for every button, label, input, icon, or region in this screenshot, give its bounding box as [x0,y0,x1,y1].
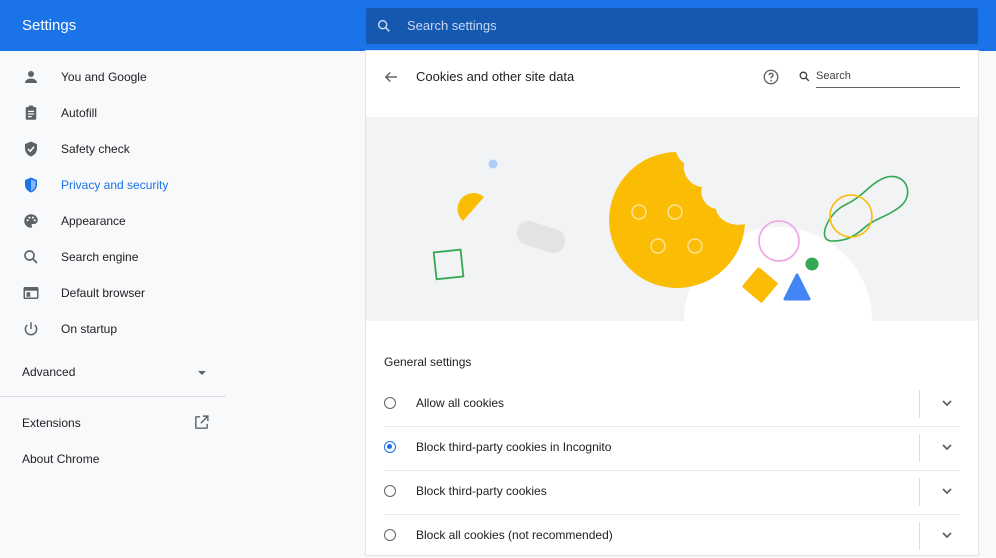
search-icon [799,71,810,82]
settings-search-box[interactable]: Search settings [366,8,978,44]
search-input[interactable]: Search settings [407,18,497,33]
app-title: Settings [22,17,77,34]
caret-down-icon[interactable] [196,367,208,379]
cookie-illustration-image [432,152,909,321]
shield-icon [25,177,37,193]
option-label: Block all cookies (not recommended) [416,528,613,542]
option-label: Block third-party cookies [416,484,547,498]
option-block-third-party[interactable]: Block third-party cookies [384,470,960,514]
browser-icon [23,287,39,299]
green-dot-shape [805,257,819,271]
chevron-down-icon[interactable] [940,440,954,454]
search-icon [377,19,390,32]
sidebar-item-label: Autofill [61,106,98,120]
chevron-down-icon[interactable] [940,396,954,410]
gray-pill-shape [516,220,566,254]
cookies-illustration [366,117,978,321]
sidebar-item-privacy-and-security[interactable]: Privacy and security [0,167,226,203]
radio-button-checked[interactable] [384,441,396,453]
cookie-shape [609,152,745,288]
blue-dot-shape [488,159,498,169]
chevron-down-icon[interactable] [940,528,954,542]
page-search-input[interactable]: Search [816,70,851,82]
yellow-half-circle-shape [457,193,484,221]
clipboard-icon [25,105,37,120]
power-icon [24,322,38,336]
radio-button[interactable] [384,397,396,409]
back-arrow-icon[interactable] [382,68,400,86]
green-square-shape [432,248,465,281]
sidebar-item-label: On startup [61,322,118,336]
chevron-down-icon[interactable] [940,484,954,498]
sidebar-item-safety-check[interactable]: Safety check [0,131,226,167]
option-block-all-cookies[interactable]: Block all cookies (not recommended) [384,514,960,558]
option-separator [919,434,920,462]
shield-check-icon [25,141,37,157]
sidebar-item-label: Privacy and security [61,178,169,192]
option-allow-all-cookies[interactable]: Allow all cookies [384,382,960,426]
palette-icon [24,214,38,228]
page-title: Cookies and other site data [416,69,575,84]
open-in-new-icon[interactable] [193,414,210,431]
section-title: General settings [384,355,472,369]
sidebar-item-label: Safety check [61,142,130,156]
search-underline [816,87,960,88]
option-label: Block third-party cookies in Incognito [416,440,612,454]
sidebar-item-search-engine[interactable]: Search engine [0,239,226,275]
sidebar: You and Google Autofill Safety check Pri… [0,51,226,555]
sidebar-item-default-browser[interactable]: Default browser [0,275,226,311]
radio-button[interactable] [384,529,396,541]
sidebar-item-appearance[interactable]: Appearance [0,203,226,239]
radio-button[interactable] [384,485,396,497]
sidebar-item-you-and-google[interactable]: You and Google [0,59,226,95]
sidebar-item-label: Search engine [61,250,139,264]
sidebar-item-label: Default browser [61,286,146,300]
sidebar-item-label: You and Google [61,70,147,84]
option-label: Allow all cookies [416,396,505,410]
search-icon [24,250,38,264]
about-chrome-link[interactable]: About Chrome [22,452,99,466]
sidebar-item-label: Appearance [61,214,126,228]
sidebar-divider [0,396,226,397]
option-separator [919,478,920,506]
page-search-field[interactable]: Search [798,67,960,89]
advanced-toggle[interactable]: Advanced [22,365,75,379]
option-block-third-party-incognito[interactable]: Block third-party cookies in Incognito [384,426,960,470]
help-icon[interactable] [762,68,780,86]
extensions-link[interactable]: Extensions [22,416,81,430]
cookies-settings-card: Cookies and other site data Search Gener… [366,51,978,555]
top-bar: Settings Search settings [0,0,996,51]
option-separator [919,390,920,418]
sidebar-item-autofill[interactable]: Autofill [0,95,226,131]
person-icon [25,71,37,83]
sidebar-item-on-startup[interactable]: On startup [0,311,226,347]
option-separator [919,522,920,550]
